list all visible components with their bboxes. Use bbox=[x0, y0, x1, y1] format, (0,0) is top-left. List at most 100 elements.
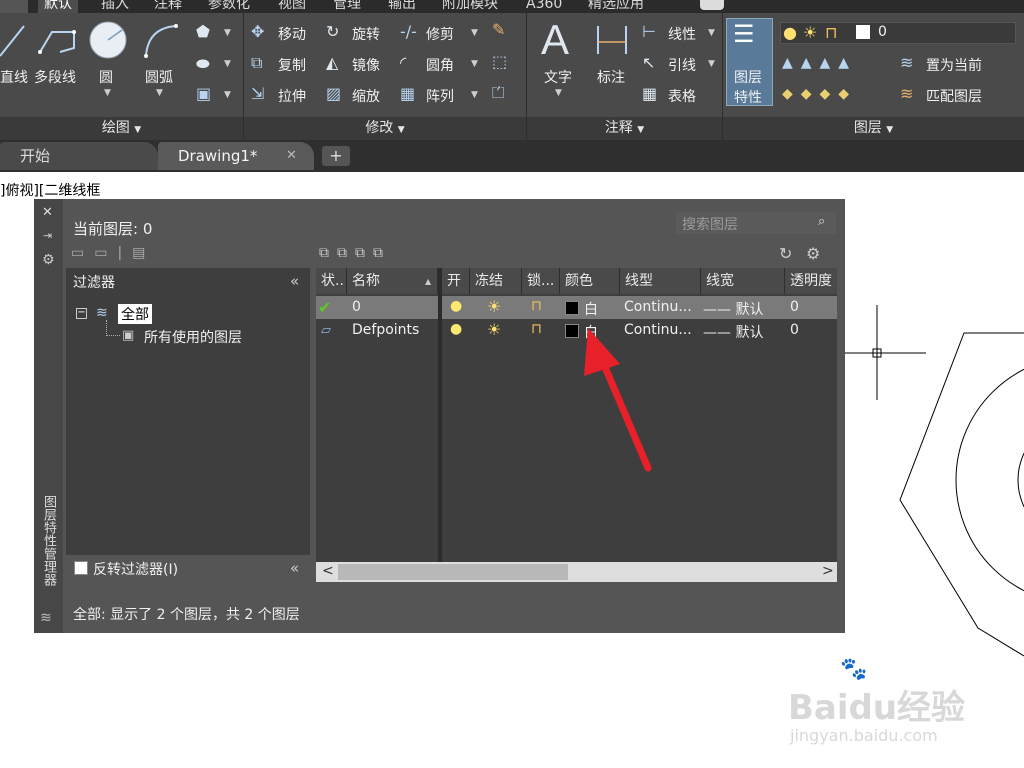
layer-lineweight[interactable]: —— 默认 bbox=[703, 322, 763, 342]
chevron-down-icon[interactable]: ▼ bbox=[156, 88, 163, 98]
lock-icon[interactable]: ⊓ bbox=[531, 298, 542, 314]
leader-icon[interactable]: ↖ bbox=[642, 55, 655, 71]
stretch-icon[interactable]: ⇲ bbox=[251, 86, 264, 102]
tab-featured-apps[interactable]: 精选应用 bbox=[582, 0, 650, 13]
scroll-left-icon[interactable]: < bbox=[322, 563, 334, 579]
settings-icon[interactable]: ⚙ bbox=[806, 244, 820, 263]
explode-icon[interactable]: ⬚ bbox=[492, 54, 507, 70]
move-icon[interactable]: ✥ bbox=[251, 24, 264, 40]
chevron-down-icon[interactable]: ▼ bbox=[224, 59, 231, 69]
circle-icon[interactable] bbox=[88, 20, 128, 60]
ellipse-icon[interactable]: ⬬ bbox=[196, 56, 210, 72]
search-icon[interactable]: ⌕ bbox=[818, 214, 825, 229]
collapse-icon[interactable]: « bbox=[290, 559, 299, 577]
dimension-icon[interactable] bbox=[594, 22, 630, 58]
col-transparency[interactable]: 透明度 bbox=[785, 268, 837, 294]
polyline-tool-label[interactable]: 多段线 bbox=[34, 67, 76, 87]
mirror-tool-label[interactable]: 镜像 bbox=[352, 55, 380, 75]
offset-icon[interactable]: ⏍ bbox=[492, 85, 504, 101]
chevron-down-icon[interactable]: ▼ bbox=[471, 59, 478, 69]
array-tool-label[interactable]: 阵列 bbox=[426, 86, 454, 106]
workspace-toggle-icon[interactable] bbox=[700, 0, 724, 10]
line-icon[interactable] bbox=[0, 20, 28, 60]
array-icon[interactable]: ▦ bbox=[400, 86, 415, 102]
tree-item-used-layers[interactable]: 所有使用的图层 bbox=[144, 327, 242, 347]
tab-annotate[interactable]: 注释 bbox=[148, 0, 188, 13]
line-tool-label[interactable]: 直线 bbox=[0, 67, 28, 87]
new-tab-button[interactable]: + bbox=[322, 146, 350, 166]
col-freeze[interactable]: 冻结 bbox=[470, 268, 522, 294]
col-color[interactable]: 颜色 bbox=[560, 268, 620, 294]
arc-tool-label[interactable]: 圆弧 bbox=[145, 67, 173, 87]
bulb-icon[interactable]: ● bbox=[450, 321, 462, 337]
chevron-down-icon[interactable]: ▼ bbox=[224, 90, 231, 100]
chevron-down-icon[interactable]: ▼ bbox=[104, 88, 111, 98]
set-current-icon[interactable]: ≋ bbox=[900, 55, 913, 71]
leader-tool-label[interactable]: 引线 bbox=[668, 55, 696, 75]
trim-tool-label[interactable]: 修剪 bbox=[426, 24, 454, 44]
chevron-down-icon[interactable]: ▼ bbox=[708, 28, 715, 38]
layer-tools-row-2-icons[interactable]: ◆◆◆◆ bbox=[782, 86, 892, 102]
text-tool-label[interactable]: 文字 bbox=[544, 67, 572, 87]
copy-icon[interactable]: ⧉ bbox=[251, 55, 262, 71]
col-on[interactable]: 开 bbox=[442, 268, 470, 294]
app-menu-button[interactable] bbox=[0, 0, 28, 13]
tab-manage[interactable]: 管理 bbox=[327, 0, 367, 13]
layers-panel-title[interactable]: 图层 ▼ bbox=[723, 117, 1024, 140]
color-swatch[interactable] bbox=[565, 301, 579, 315]
fillet-icon[interactable]: ◜ bbox=[400, 55, 406, 71]
lock-icon[interactable]: ⊓ bbox=[531, 321, 542, 337]
table-tool-label[interactable]: 表格 bbox=[668, 86, 696, 106]
dimension-tool-label[interactable]: 标注 bbox=[597, 67, 625, 87]
tab-view[interactable]: 视图 bbox=[272, 0, 312, 13]
scrollbar-thumb[interactable] bbox=[338, 564, 568, 580]
drawing-canvas[interactable] bbox=[840, 300, 1024, 660]
settings-icon[interactable]: ⚙ bbox=[42, 252, 55, 268]
chevron-down-icon[interactable]: ▼ bbox=[471, 28, 478, 38]
col-status[interactable]: 状.. bbox=[316, 268, 347, 294]
tab-addins[interactable]: 附加模块 bbox=[436, 0, 504, 13]
tab-insert[interactable]: 插入 bbox=[95, 0, 135, 13]
layer-linetype[interactable]: Continu... bbox=[624, 299, 692, 315]
move-tool-label[interactable]: 移动 bbox=[278, 24, 306, 44]
rotate-icon[interactable]: ↻ bbox=[326, 24, 339, 40]
linear-tool-label[interactable]: 线性 bbox=[668, 24, 696, 44]
refresh-icon[interactable]: ↻ bbox=[779, 244, 792, 263]
sun-icon[interactable]: ☀ bbox=[487, 320, 501, 339]
tab-default[interactable]: 默认 bbox=[38, 0, 78, 13]
chevron-down-icon[interactable]: ▼ bbox=[555, 88, 562, 98]
match-layer-button[interactable]: 匹配图层 bbox=[926, 86, 982, 106]
tab-a360[interactable]: A360 bbox=[520, 0, 568, 13]
tab-parametric[interactable]: 参数化 bbox=[202, 0, 256, 13]
invert-filter-checkbox[interactable] bbox=[74, 561, 88, 575]
col-linetype[interactable]: 线型 bbox=[620, 268, 701, 294]
close-icon[interactable]: ✕ bbox=[286, 148, 297, 163]
polygon-icon[interactable]: ⬟ bbox=[196, 24, 210, 40]
scroll-right-icon[interactable]: > bbox=[822, 563, 834, 579]
set-current-button[interactable]: 置为当前 bbox=[926, 55, 982, 75]
sun-icon[interactable]: ☀ bbox=[487, 297, 501, 316]
table-icon[interactable]: ▦ bbox=[642, 86, 657, 102]
scale-icon[interactable]: ▨ bbox=[326, 86, 341, 102]
tree-item-all[interactable]: 全部 bbox=[118, 304, 152, 324]
layer-tools-row-1-icons[interactable]: ▲▲▲▲ bbox=[782, 55, 892, 71]
polyline-icon[interactable] bbox=[36, 22, 80, 58]
copy-tool-label[interactable]: 复制 bbox=[278, 55, 306, 75]
chevron-down-icon[interactable]: ▼ bbox=[471, 90, 478, 100]
tree-expand-icon[interactable]: − bbox=[76, 308, 87, 319]
text-tool-icon[interactable]: A bbox=[541, 16, 569, 64]
auto-hide-icon[interactable]: ⇥ bbox=[43, 229, 52, 242]
layer-color[interactable]: 白 bbox=[584, 299, 598, 319]
match-layer-icon[interactable]: ≋ bbox=[900, 86, 913, 102]
close-icon[interactable]: ✕ bbox=[42, 205, 53, 220]
tab-output[interactable]: 输出 bbox=[382, 0, 422, 13]
col-lock[interactable]: 锁... bbox=[522, 268, 560, 294]
layer-name[interactable]: 0 bbox=[352, 299, 361, 315]
trim-icon[interactable]: -/- bbox=[400, 24, 417, 40]
layer-transparency[interactable]: 0 bbox=[790, 322, 799, 338]
viewport-controls[interactable]: ]俯视][二维线框 bbox=[0, 180, 100, 200]
annotation-panel-title[interactable]: 注释 ▼ bbox=[527, 117, 722, 140]
chevron-down-icon[interactable]: ▼ bbox=[708, 59, 715, 69]
hatch-icon[interactable]: ▣ bbox=[196, 86, 211, 102]
draw-panel-title[interactable]: 绘图 ▼ bbox=[0, 117, 243, 140]
